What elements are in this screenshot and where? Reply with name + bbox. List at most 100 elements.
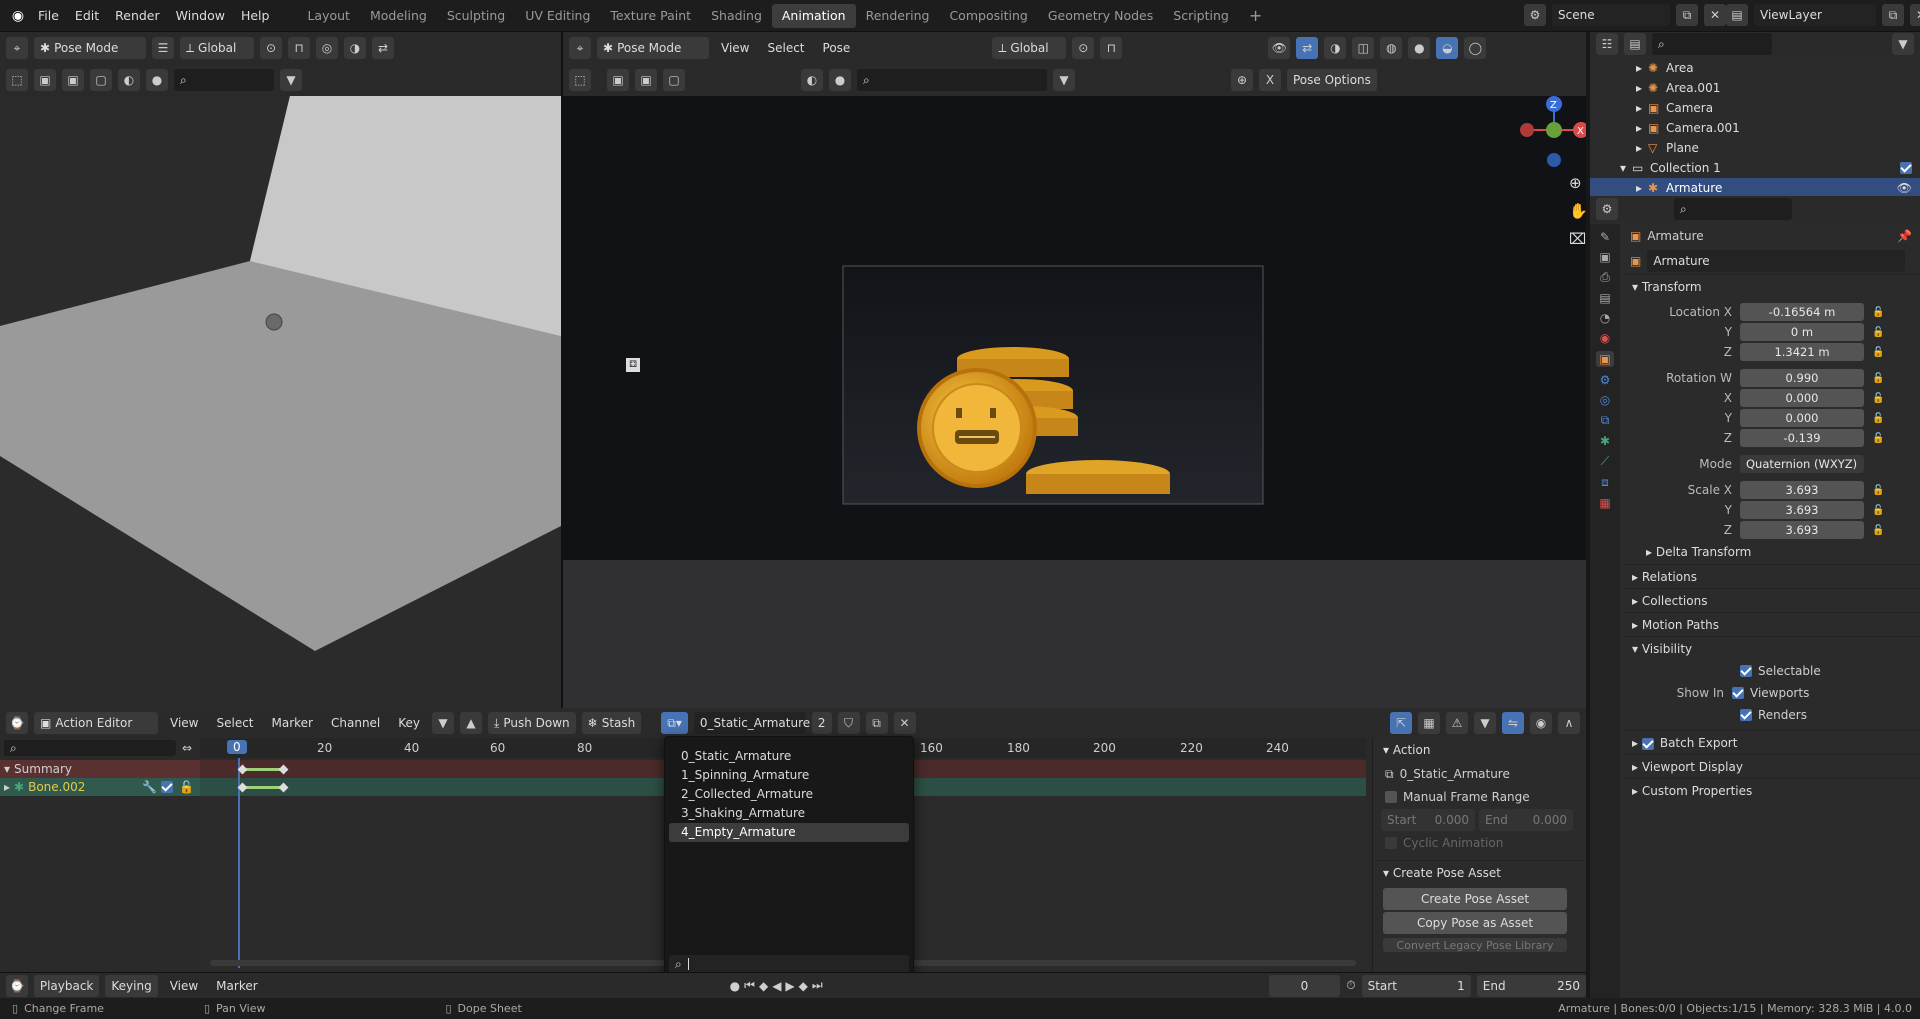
gizmo-toggle-icon[interactable]: ⇄ [1296,37,1319,59]
location-y-field[interactable]: 0 m [1740,323,1864,341]
play-icon[interactable]: ▶ [785,979,794,993]
left-3d-viewport[interactable] [0,96,561,708]
stash-button[interactable]: ❄ Stash [581,712,642,734]
pose-options-dropdown[interactable]: Pose Options [1287,69,1377,91]
rotation-mode-dropdown[interactable]: Quaternion (WXYZ) [1740,455,1864,473]
editor-type-icon[interactable]: ⌖ [569,37,591,59]
tab-layout[interactable]: Layout [297,4,360,28]
swap-icon[interactable]: ⇔ [182,741,192,755]
lock-icon[interactable]: 🔓 [179,780,200,794]
bone-constraint-tab-icon[interactable]: ⧈ [1601,475,1609,490]
lock-icon[interactable]: 🔓 [1872,373,1886,384]
new-scene-icon[interactable]: ⧉ [1676,4,1698,26]
bone-channel[interactable]: ▸ ✱ Bone.002 🔧 🔓 [0,778,200,796]
transform-panel-header[interactable]: ▾ Transform [1622,274,1920,298]
tab-shading[interactable]: Shading [701,4,772,28]
visibility-icon[interactable]: 👁 [1268,37,1291,59]
lock-icon[interactable]: 🔓 [1872,393,1886,404]
properties-editor-icon[interactable]: ⚙ [1596,198,1618,220]
collapse-icon[interactable]: ▾ [0,762,14,776]
editor-mode-dropdown[interactable]: ▣ Action Editor [34,712,158,734]
frame-start-field[interactable]: Start 1 [1361,974,1471,997]
manual-range-checkbox[interactable] [1385,791,1397,803]
overlay-toggle-icon[interactable]: ◑ [1324,37,1347,59]
show-hidden-icon[interactable]: ▦ [1418,712,1440,734]
proportional-icon[interactable]: ◎ [316,37,338,59]
pivot-icon[interactable]: ⊙ [1072,37,1095,59]
menu-render[interactable]: Render [107,0,168,32]
editor-type-icon[interactable]: ⌚ [6,712,28,734]
frame-end-field[interactable]: End 250 [1476,974,1586,997]
select-mode-subtract-icon[interactable]: ▢ [90,69,112,91]
menu-select[interactable]: Select [210,716,259,730]
playback-menu[interactable]: Playback [33,974,100,997]
outliner-item-armature[interactable]: ▸ ✱ Armature 👁 [1590,178,1920,198]
menu-view[interactable]: View [164,716,204,730]
menu-window[interactable]: Window [168,0,233,32]
object-tab-icon[interactable]: ▣ [1596,351,1614,367]
batch-export-checkbox[interactable] [1641,737,1654,750]
physics-tab-icon[interactable]: ◎ [1600,393,1610,407]
delta-transform-header[interactable]: ▸ Delta Transform [1622,540,1920,564]
collections-header[interactable]: ▸ Collections [1622,588,1920,612]
only-selected-icon[interactable]: ⇱ [1390,712,1412,734]
shading-icon[interactable]: ● [829,69,851,91]
outliner-search[interactable]: ⌕ [1652,33,1772,55]
action-item-2[interactable]: 2_Collected_Armature [665,785,913,804]
proportional-editing-icon[interactable]: ⊕ [1231,69,1253,91]
range-start-field[interactable]: Start 0.000 [1381,809,1475,831]
filter-icon[interactable]: ▼ [1053,69,1075,91]
constraint-tab-icon[interactable]: ⧉ [1601,413,1610,428]
texture-tab-icon[interactable]: ▦ [1599,496,1610,510]
world-tab-icon[interactable]: ◉ [1600,331,1610,345]
lock-icon[interactable]: 🔓 [1872,413,1886,424]
new-action-icon[interactable]: ⧉ [865,712,888,734]
tab-geometry-nodes[interactable]: Geometry Nodes [1038,4,1163,28]
rotation-z-field[interactable]: -0.139 [1740,429,1864,447]
left-search-field[interactable]: ⌕ [174,69,274,91]
hamburger-icon[interactable]: ☰ [152,37,174,59]
expand-icon[interactable]: ▸ [1636,121,1648,135]
select-mode-subtract-icon[interactable]: ▢ [663,69,685,91]
preview-range-icon[interactable]: ⏱ [1346,978,1355,993]
timeline-editor-icon[interactable]: ⌚ [6,974,28,997]
summary-channel[interactable]: ▾ Summary [0,760,200,778]
menu-select[interactable]: Select [761,41,810,55]
viewport-display-header[interactable]: ▸ Viewport Display [1622,754,1920,778]
xray-icon[interactable]: ◫ [1352,37,1375,59]
rendered-shading-icon[interactable]: ◯ [1464,37,1487,59]
view-layer-tab-icon[interactable]: ▤ [1599,291,1610,305]
tab-animation[interactable]: Animation [771,3,856,28]
collapse-icon[interactable]: ▾ [1620,161,1632,175]
outliner-item-plane[interactable]: ▸ ▽ Plane [1590,138,1920,158]
timeline-marker-menu[interactable]: Marker [210,979,263,993]
tool-tab-icon[interactable]: ✎ [1600,230,1610,244]
menu-help[interactable]: Help [233,0,278,32]
location-z-field[interactable]: 1.3421 m [1740,343,1864,361]
shading-wire-icon[interactable]: ◐ [118,69,140,91]
eye-icon[interactable]: 👁 [1897,181,1912,195]
wrench-icon[interactable]: 🔧 [142,780,157,794]
tab-scripting[interactable]: Scripting [1163,4,1239,28]
outliner-item-area[interactable]: ▸ ✺ Area [1590,58,1920,78]
view-toggle-icon[interactable]: ◐ [801,69,823,91]
left-orientation-dropdown[interactable]: ⟂ Global [180,37,254,59]
modifier-tab-icon[interactable]: ⚙ [1600,373,1611,387]
scene-field[interactable]: Scene [1552,4,1670,26]
keying-menu[interactable]: Keying [105,974,158,997]
add-workspace-icon[interactable]: + [1239,4,1272,28]
bone-enabled-checkbox[interactable] [161,781,174,793]
bone-tab-icon[interactable]: ⟋ [1601,454,1609,469]
select-mode-set-icon[interactable]: ▣ [607,69,629,91]
collection-checkbox[interactable] [1900,162,1912,174]
menu-file[interactable]: File [30,0,67,32]
prev-keyframe-icon[interactable]: ◆ [759,979,768,993]
scene-tab-icon[interactable]: ◔ [1600,311,1610,325]
outliner-item-camera[interactable]: ▸ ▣ Camera [1590,98,1920,118]
renders-row[interactable]: Renders [1622,704,1920,726]
select-box-icon[interactable]: ⬚ [6,69,28,91]
cyclic-checkbox[interactable] [1385,837,1397,849]
layer-down-icon[interactable]: ▼ [432,712,455,734]
select-mode-extend-icon[interactable]: ▣ [635,69,657,91]
motion-paths-header[interactable]: ▸ Motion Paths [1622,612,1920,636]
